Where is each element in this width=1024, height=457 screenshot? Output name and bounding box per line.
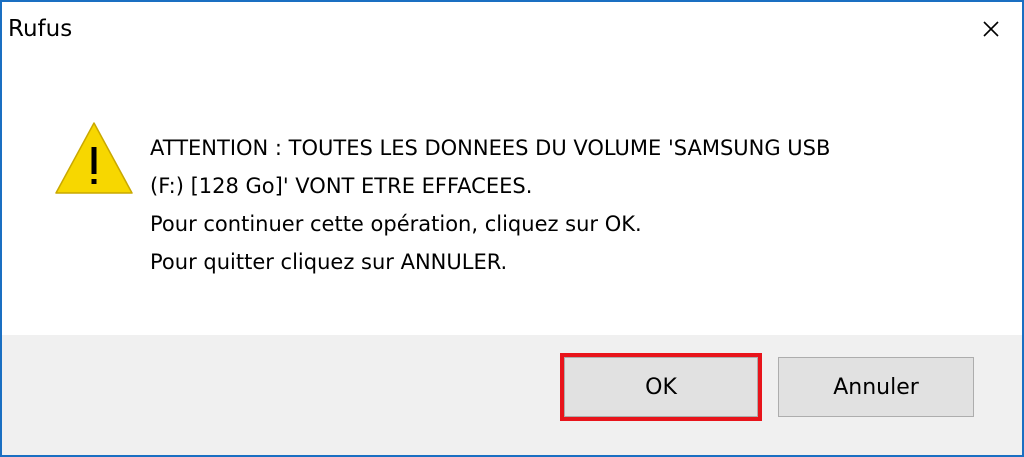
dialog-window: Rufus ATTENTION : TOUTES LES DONNEES DU …: [0, 0, 1024, 457]
title-bar: Rufus: [2, 2, 1022, 56]
button-bar: OK Annuler: [2, 335, 1022, 455]
message-line: Pour continuer cette opération, cliquez …: [150, 212, 642, 236]
close-button[interactable]: [960, 2, 1022, 56]
message-line: (F:) [128 Go]' VONT ETRE EFFACEES.: [150, 174, 533, 198]
dialog-content: ATTENTION : TOUTES LES DONNEES DU VOLUME…: [2, 56, 1022, 335]
window-title: Rufus: [8, 16, 73, 42]
message-line: ATTENTION : TOUTES LES DONNEES DU VOLUME…: [150, 136, 831, 160]
warning-icon: [55, 122, 133, 194]
message-line: Pour quitter cliquez sur ANNULER.: [150, 250, 508, 274]
ok-button[interactable]: OK: [560, 353, 762, 421]
warning-message: ATTENTION : TOUTES LES DONNEES DU VOLUME…: [150, 129, 990, 281]
cancel-button[interactable]: Annuler: [778, 357, 974, 417]
close-icon: [983, 21, 999, 37]
